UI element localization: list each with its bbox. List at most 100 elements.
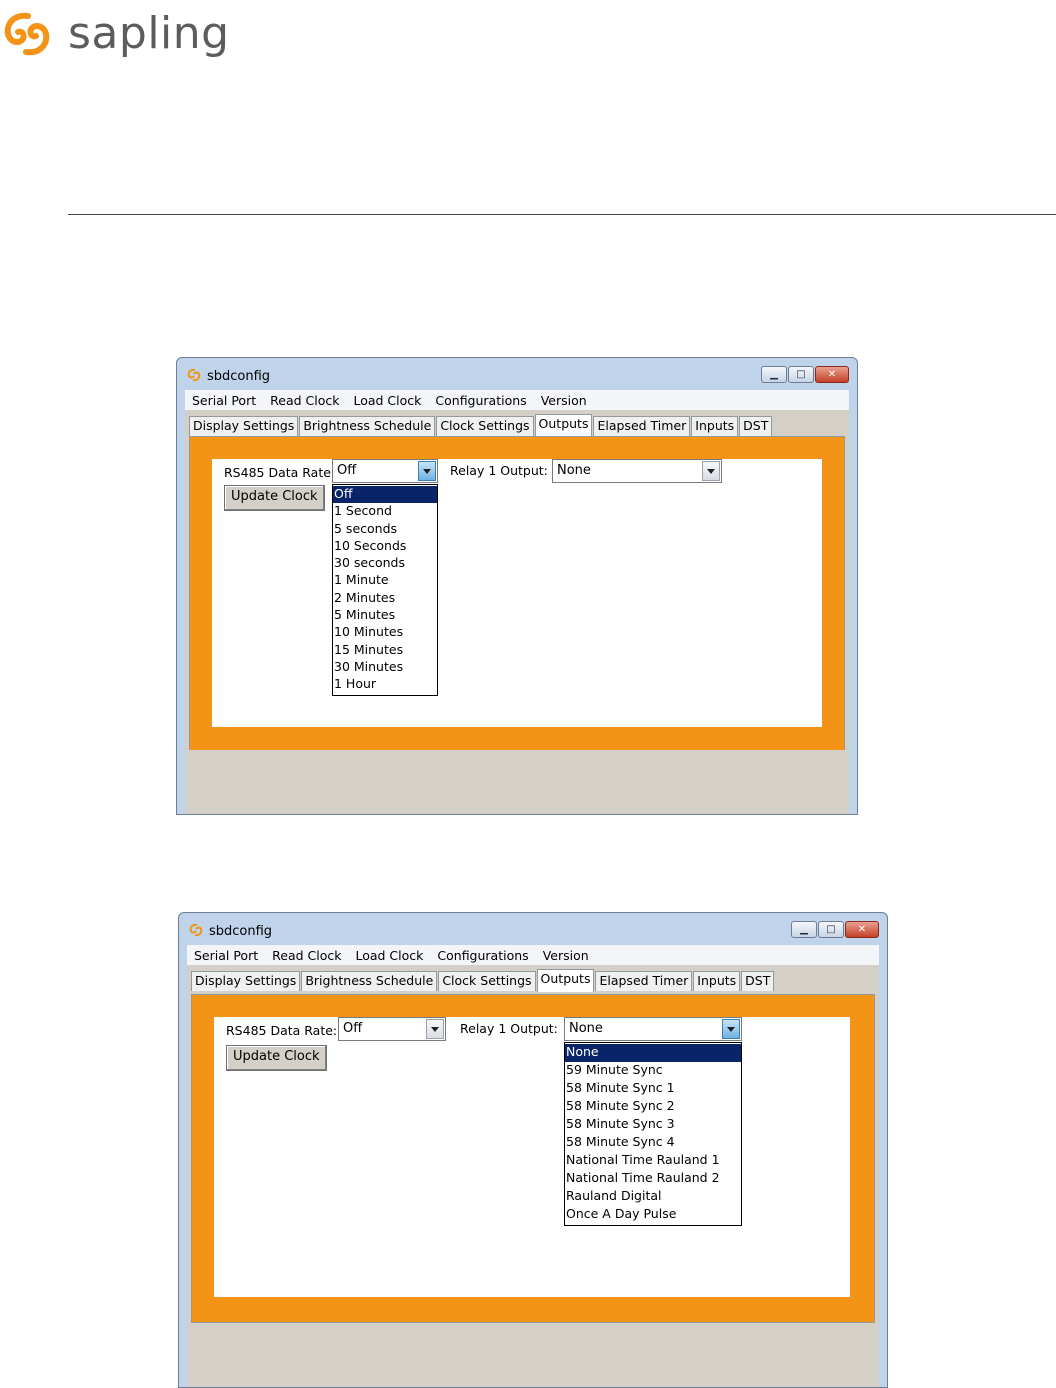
dropdown-option[interactable]: National Time Rauland 2 xyxy=(565,1170,741,1188)
dropdown-option[interactable]: 59 Minute Sync xyxy=(565,1062,741,1080)
menu-serial-port[interactable]: Serial Port xyxy=(187,948,265,963)
menu-version[interactable]: Version xyxy=(536,948,596,963)
dropdown-option[interactable]: 1 Minute xyxy=(333,572,437,589)
menu-configurations[interactable]: Configurations xyxy=(430,948,535,963)
update-clock-button[interactable]: Update Clock xyxy=(224,485,325,511)
dropdown-option[interactable]: National Time Rauland 1 xyxy=(565,1152,741,1170)
tab-outputs[interactable]: Outputs xyxy=(536,969,595,992)
menu-read-clock[interactable]: Read Clock xyxy=(263,393,346,408)
tab-elapsed-timer[interactable]: Elapsed Timer xyxy=(595,971,693,991)
dropdown-option[interactable]: 58 Minute Sync 2 xyxy=(565,1098,741,1116)
menu-bar: Serial Port Read Clock Load Clock Config… xyxy=(187,945,879,965)
tab-brightness-schedule[interactable]: Brightness Schedule xyxy=(301,971,438,991)
rs485-value: Off xyxy=(343,1021,363,1036)
minimize-icon: ▁ xyxy=(800,924,808,935)
tab-inputs[interactable]: Inputs xyxy=(691,416,739,436)
dropdown-option[interactable]: 2 Minutes xyxy=(333,590,437,607)
maximize-icon: □ xyxy=(826,924,836,935)
app-window-1: sbdconfig ▁ □ ✕ Serial Port Read Clock L… xyxy=(176,357,858,815)
rs485-select[interactable]: Off xyxy=(332,459,438,483)
menu-configurations[interactable]: Configurations xyxy=(428,393,533,408)
dropdown-option[interactable]: 30 Minutes xyxy=(333,659,437,676)
chevron-down-icon[interactable] xyxy=(418,461,436,481)
menu-load-clock[interactable]: Load Clock xyxy=(348,948,430,963)
dropdown-option[interactable]: Rauland Digital xyxy=(565,1188,741,1206)
status-area xyxy=(187,1323,879,1387)
dropdown-option[interactable]: Once A Day Pulse xyxy=(565,1206,741,1224)
tab-dst[interactable]: DST xyxy=(739,416,773,436)
dropdown-option[interactable]: 10 Minutes xyxy=(333,624,437,641)
menu-bar: Serial Port Read Clock Load Clock Config… xyxy=(185,390,849,410)
relay-label: Relay 1 Output: xyxy=(450,463,548,478)
relay-dropdown-list: None 59 Minute Sync 58 Minute Sync 1 58 … xyxy=(564,1042,742,1226)
dropdown-option[interactable]: 10 Seconds xyxy=(333,538,437,555)
window-title: sbdconfig xyxy=(207,369,271,384)
menu-version[interactable]: Version xyxy=(534,393,594,408)
maximize-button[interactable]: □ xyxy=(788,366,814,383)
client-area: Serial Port Read Clock Load Clock Config… xyxy=(185,390,849,814)
update-clock-button[interactable]: Update Clock xyxy=(226,1045,327,1071)
tab-dst[interactable]: DST xyxy=(741,971,775,991)
relay-label: Relay 1 Output: xyxy=(460,1021,558,1036)
outputs-panel: RS485 Data Rate: Off Relay 1 Output: Non… xyxy=(189,436,845,751)
tab-clock-settings[interactable]: Clock Settings xyxy=(438,971,536,991)
tab-outputs[interactable]: Outputs xyxy=(534,414,593,437)
rs485-label: RS485 Data Rate: xyxy=(224,465,336,480)
title-bar[interactable]: sbdconfig ▁ □ ✕ xyxy=(177,358,857,390)
sapling-logo-icon xyxy=(4,12,50,56)
tab-inputs[interactable]: Inputs xyxy=(693,971,741,991)
tab-elapsed-timer[interactable]: Elapsed Timer xyxy=(593,416,691,436)
app-icon xyxy=(189,923,203,937)
close-button[interactable]: ✕ xyxy=(845,921,879,938)
tab-display-settings[interactable]: Display Settings xyxy=(189,416,299,436)
dropdown-option[interactable]: None xyxy=(565,1044,741,1062)
menu-serial-port[interactable]: Serial Port xyxy=(185,393,263,408)
header-divider xyxy=(68,214,1056,215)
dropdown-option[interactable]: 58 Minute Sync 3 xyxy=(565,1116,741,1134)
relay-value: None xyxy=(569,1021,603,1036)
window-title: sbdconfig xyxy=(209,924,273,939)
tab-display-settings[interactable]: Display Settings xyxy=(191,971,301,991)
tab-strip: Display Settings Brightness Schedule Clo… xyxy=(191,969,775,992)
close-icon: ✕ xyxy=(827,369,837,380)
relay-select[interactable]: None xyxy=(564,1017,742,1041)
sapling-logo: sapling xyxy=(0,6,230,62)
close-button[interactable]: ✕ xyxy=(815,366,849,383)
chevron-down-icon[interactable] xyxy=(702,461,720,481)
dropdown-option[interactable]: 15 Minutes xyxy=(333,642,437,659)
title-bar[interactable]: sbdconfig ▁ □ ✕ xyxy=(179,913,887,945)
minimize-icon: ▁ xyxy=(770,369,778,380)
tab-strip: Display Settings Brightness Schedule Clo… xyxy=(189,414,773,437)
rs485-dropdown-list: Off 1 Second 5 seconds 10 Seconds 30 sec… xyxy=(332,484,438,696)
dropdown-option[interactable]: 30 seconds xyxy=(333,555,437,572)
maximize-icon: □ xyxy=(796,369,806,380)
menu-load-clock[interactable]: Load Clock xyxy=(346,393,428,408)
relay-value: None xyxy=(557,463,591,478)
tab-brightness-schedule[interactable]: Brightness Schedule xyxy=(299,416,436,436)
dropdown-option[interactable]: 5 Minutes xyxy=(333,607,437,624)
menu-read-clock[interactable]: Read Clock xyxy=(265,948,348,963)
dropdown-option[interactable]: 58 Minute Sync 4 xyxy=(565,1134,741,1152)
rs485-select[interactable]: Off xyxy=(338,1017,446,1041)
minimize-button[interactable]: ▁ xyxy=(761,366,787,383)
chevron-down-icon[interactable] xyxy=(722,1019,740,1039)
close-icon: ✕ xyxy=(857,924,867,935)
app-window-2: sbdconfig ▁ □ ✕ Serial Port Read Clock L… xyxy=(178,912,888,1388)
dropdown-option[interactable]: 5 seconds xyxy=(333,521,437,538)
outputs-content: RS485 Data Rate: Off Relay 1 Output: Non… xyxy=(212,459,822,727)
app-icon xyxy=(187,368,201,382)
minimize-button[interactable]: ▁ xyxy=(791,921,817,938)
dropdown-option[interactable]: Off xyxy=(333,486,437,504)
tab-clock-settings[interactable]: Clock Settings xyxy=(436,416,534,436)
client-area: Serial Port Read Clock Load Clock Config… xyxy=(187,945,879,1387)
relay-select[interactable]: None xyxy=(552,459,722,483)
dropdown-option[interactable]: 1 Hour xyxy=(333,676,437,693)
brand-name: sapling xyxy=(68,8,230,59)
rs485-value: Off xyxy=(337,463,357,478)
chevron-down-icon[interactable] xyxy=(426,1019,444,1039)
outputs-content: RS485 Data Rate: Off Relay 1 Output: Non… xyxy=(214,1017,850,1297)
dropdown-option[interactable]: 1 Second xyxy=(333,503,437,520)
maximize-button[interactable]: □ xyxy=(818,921,844,938)
outputs-panel: RS485 Data Rate: Off Relay 1 Output: Non… xyxy=(191,994,875,1323)
dropdown-option[interactable]: 58 Minute Sync 1 xyxy=(565,1080,741,1098)
